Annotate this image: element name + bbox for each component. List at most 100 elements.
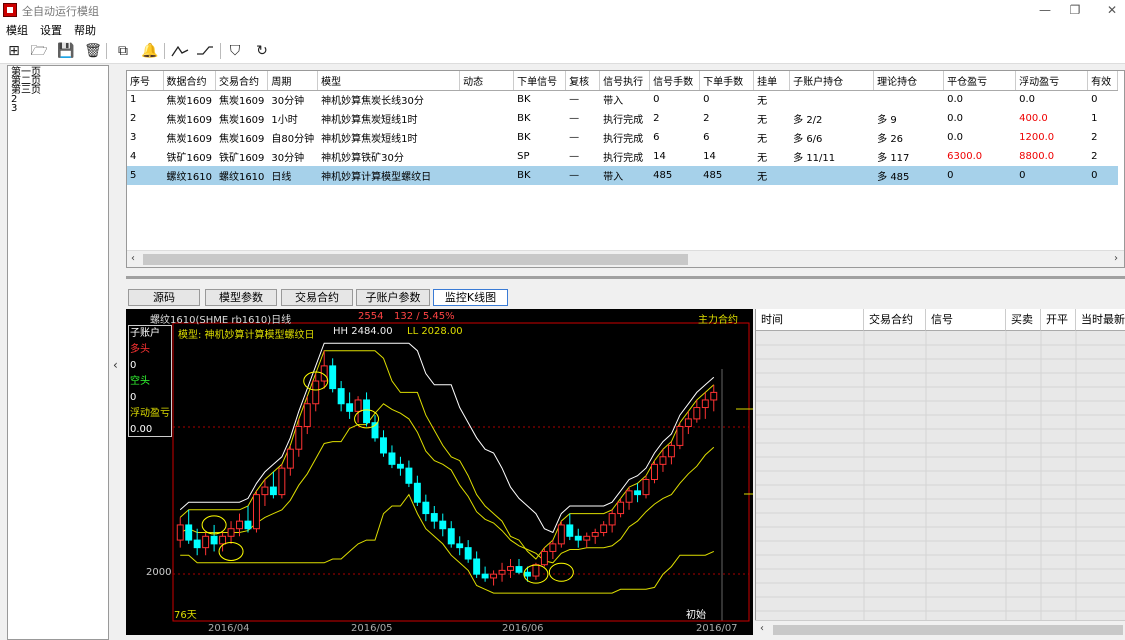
open-icon[interactable]: 🗁 [29, 41, 49, 61]
scroll-thumb[interactable] [773, 625, 1123, 635]
date-label: 2016/05 [351, 623, 393, 634]
candle [439, 513, 447, 537]
table-row[interactable]: 2 焦炭1609 焦炭1609 1小时 神机妙算焦炭短线1时 BK — 执行完成 2 2 无 多 2/… [127, 109, 1118, 128]
table-cell: 无 [753, 166, 790, 185]
toolbar-separator [164, 43, 165, 59]
col-header[interactable]: 下单手数 [699, 71, 755, 91]
lower-band-line [180, 493, 715, 594]
table-cell: 2 [703, 113, 710, 124]
table-cell: 铁矿1609 [166, 153, 212, 164]
candle [608, 509, 616, 533]
col-open-close[interactable]: 开平 [1041, 309, 1076, 331]
table-cell: 30分钟 [271, 96, 305, 108]
col-header[interactable]: 理论持仓 [873, 71, 945, 91]
col-header[interactable]: 序号 [127, 71, 164, 91]
candle [380, 430, 387, 457]
table-row[interactable]: 4 铁矿1609 铁矿1609 30分钟 神机妙算铁矿30分 SP — 执行完成 14 14 无 多 … [127, 147, 1118, 166]
col-signal[interactable]: 信号 [926, 309, 1006, 331]
table-cell: 1 [1091, 113, 1098, 124]
table-row[interactable]: 3 焦炭1609 焦炭1609 自80分钟 神机妙算焦炭短线1时 BK — 执行完成 6 6 无 多 … [127, 128, 1118, 147]
col-header[interactable]: 交易合约 [215, 71, 269, 91]
trend-down-icon[interactable] [195, 41, 215, 61]
table-row[interactable]: 1 焦炭1609 焦炭1609 30分钟 神机妙算焦炭长线30分 BK — 带入 0 0 无 0.0 0… [127, 90, 1118, 109]
col-trade-contract[interactable]: 交易合约 [864, 309, 926, 331]
pane-splitter[interactable] [126, 276, 1125, 279]
table-cell: 400.0 [1019, 113, 1048, 124]
candle [583, 532, 591, 548]
refresh-icon[interactable]: ↻ [252, 41, 272, 61]
col-header[interactable]: 模型 [317, 71, 461, 91]
menu-help[interactable]: 帮助 [74, 22, 96, 38]
table-cell: 30分钟 [271, 153, 305, 164]
collapse-panel-icon[interactable]: ‹ [113, 358, 118, 372]
table-cell: 485 [699, 166, 754, 185]
table-cell: 0.0 [947, 113, 964, 124]
table-cell: 2 [653, 113, 660, 124]
candle [278, 464, 286, 499]
chart-last-price: 2554 [358, 311, 384, 322]
tab-trade-contract[interactable]: 交易合约 [281, 289, 353, 306]
col-header[interactable]: 浮动盈亏 [1015, 71, 1089, 91]
scroll-thumb[interactable] [143, 254, 688, 265]
model-table: 序号 数据合约 交易合约 周期 模型 动态 下单信号 复核 信号执行 信号手数 下单手数 挂单 子账户持… [126, 70, 1125, 268]
middle-band-line [179, 403, 715, 564]
tab-subaccount-params[interactable]: 子账户参数 [356, 289, 430, 306]
col-latest[interactable]: 当时最新 [1076, 309, 1125, 331]
export-icon[interactable]: ⧉ [113, 41, 133, 61]
bell-icon[interactable]: 🔔 [140, 41, 160, 61]
close-button[interactable]: ✕ [1092, 0, 1125, 20]
chart-main-contract: 主力合约 [698, 315, 738, 326]
candle [430, 505, 438, 529]
col-header[interactable]: 有效 [1087, 71, 1119, 91]
trend-up-icon[interactable] [170, 41, 190, 61]
table-cell: 多 485 [873, 166, 944, 185]
table-horizontal-scrollbar[interactable]: ‹ › [127, 250, 1124, 267]
table-cell: 神机妙算焦炭短线1时 [321, 134, 418, 145]
table-cell: 14 [653, 151, 666, 162]
col-time[interactable]: 时间 [756, 309, 864, 331]
table-cell: 执行完成 [603, 115, 644, 126]
col-header[interactable]: 周期 [267, 71, 319, 91]
tab-model-params[interactable]: 模型参数 [205, 289, 277, 306]
signal-list-scrollbar[interactable]: ‹ [755, 620, 1125, 637]
table-cell [460, 109, 514, 128]
new-icon[interactable]: ⊞ [4, 41, 24, 61]
candle [371, 415, 379, 442]
col-header[interactable]: 挂单 [753, 71, 791, 91]
scroll-left-icon[interactable]: ‹ [131, 253, 135, 264]
tab-kline-monitor[interactable]: 监控K线图 [433, 289, 508, 306]
table-row[interactable]: 5 螺纹1610 螺纹1610 日线 神机妙算计算模型螺纹日 BK — 带入 485 485 无多 … [127, 166, 1118, 185]
table-cell: 0.0 [947, 94, 964, 106]
delete-icon[interactable]: 🗑 [83, 41, 103, 61]
col-header[interactable]: 复核 [565, 71, 601, 91]
page-item-5[interactable]: 3 [11, 104, 17, 114]
col-header[interactable]: 平仓盈亏 [943, 71, 1017, 91]
menu-module[interactable]: 模组 [6, 22, 28, 38]
table-cell [789, 166, 874, 185]
maximize-button[interactable]: ❐ [1055, 0, 1095, 20]
table-cell: 焦炭1609 [166, 96, 212, 108]
candle [185, 509, 193, 544]
col-header[interactable]: 信号手数 [649, 71, 701, 91]
tab-source[interactable]: 源码 [128, 289, 200, 306]
save-icon[interactable]: 💾 [56, 41, 76, 61]
menu-settings[interactable]: 设置 [40, 22, 62, 38]
col-header[interactable]: 子账户持仓 [789, 71, 875, 91]
col-header[interactable]: 下单信号 [513, 71, 567, 91]
col-header[interactable]: 动态 [459, 71, 515, 91]
table-cell [460, 128, 514, 147]
table-cell: 多 11/11 [793, 153, 836, 164]
table-cell: 焦炭1609 [166, 115, 212, 126]
scroll-right-icon[interactable]: › [1114, 253, 1118, 264]
price-axis-label: 2000 [146, 567, 172, 578]
col-buy-sell[interactable]: 买卖 [1006, 309, 1041, 331]
col-header[interactable]: 数据合约 [163, 71, 216, 91]
scroll-left-icon[interactable]: ‹ [760, 623, 764, 634]
kline-chart[interactable]: 螺纹1610(SHME rb1610)日线 2554 132 / 5.45% 主… [126, 309, 753, 635]
table-cell: 0 [1091, 94, 1098, 106]
col-header[interactable]: 信号执行 [599, 71, 651, 91]
candle [600, 521, 608, 537]
table-cell: 2 [1091, 151, 1098, 162]
candle [566, 513, 574, 541]
shield-icon[interactable]: ⛉ [225, 41, 245, 61]
